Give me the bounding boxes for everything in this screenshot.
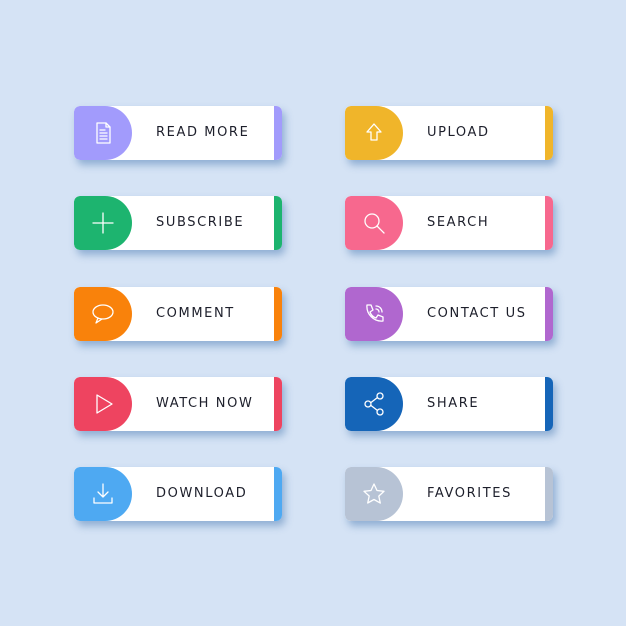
button-label: FAVORITES	[427, 486, 512, 501]
accent-strip	[545, 196, 553, 250]
share-button[interactable]: SHARE	[345, 377, 553, 431]
comment-button[interactable]: COMMENT	[74, 287, 282, 341]
speech-bubble-icon	[92, 304, 114, 324]
button-icon-cap	[74, 377, 132, 431]
subscribe-button[interactable]: SUBSCRIBE	[74, 196, 282, 250]
button-label: COMMENT	[156, 306, 235, 321]
button-icon-cap	[345, 196, 403, 250]
button-icon-cap	[74, 287, 132, 341]
accent-strip	[545, 377, 553, 431]
button-label: SEARCH	[427, 215, 490, 230]
favorites-button[interactable]: FAVORITES	[345, 467, 553, 521]
accent-strip	[545, 467, 553, 521]
contact-us-button[interactable]: CONTACT US	[345, 287, 553, 341]
download-icon	[93, 483, 113, 504]
accent-strip	[545, 106, 553, 160]
button-label: READ MORE	[156, 125, 250, 140]
button-label: CONTACT US	[427, 306, 527, 321]
search-button[interactable]: SEARCH	[345, 196, 553, 250]
plus-icon	[92, 212, 114, 234]
share-icon	[364, 392, 384, 416]
download-button[interactable]: DOWNLOAD	[74, 467, 282, 521]
button-icon-cap	[345, 377, 403, 431]
phone-icon	[366, 304, 384, 322]
accent-strip	[274, 377, 282, 431]
upload-button[interactable]: UPLOAD	[345, 106, 553, 160]
button-icon-cap	[345, 467, 403, 521]
star-icon	[363, 483, 385, 504]
button-icon-cap	[74, 106, 132, 160]
button-icon-cap	[345, 106, 403, 160]
button-label: DOWNLOAD	[156, 486, 248, 501]
button-label: SHARE	[427, 396, 480, 411]
accent-strip	[274, 106, 282, 160]
play-icon	[96, 394, 113, 414]
accent-strip	[545, 287, 553, 341]
document-icon	[96, 122, 111, 144]
upload-arrow-icon	[366, 123, 382, 141]
button-icon-cap	[74, 196, 132, 250]
button-icon-cap	[345, 287, 403, 341]
button-label: WATCH NOW	[156, 396, 254, 411]
button-icon-cap	[74, 467, 132, 521]
button-label: UPLOAD	[427, 125, 490, 140]
watch-now-button[interactable]: WATCH NOW	[74, 377, 282, 431]
accent-strip	[274, 287, 282, 341]
read-more-button[interactable]: READ MORE	[74, 106, 282, 160]
button-label: SUBSCRIBE	[156, 215, 245, 230]
magnifier-icon	[364, 213, 385, 234]
accent-strip	[274, 467, 282, 521]
accent-strip	[274, 196, 282, 250]
